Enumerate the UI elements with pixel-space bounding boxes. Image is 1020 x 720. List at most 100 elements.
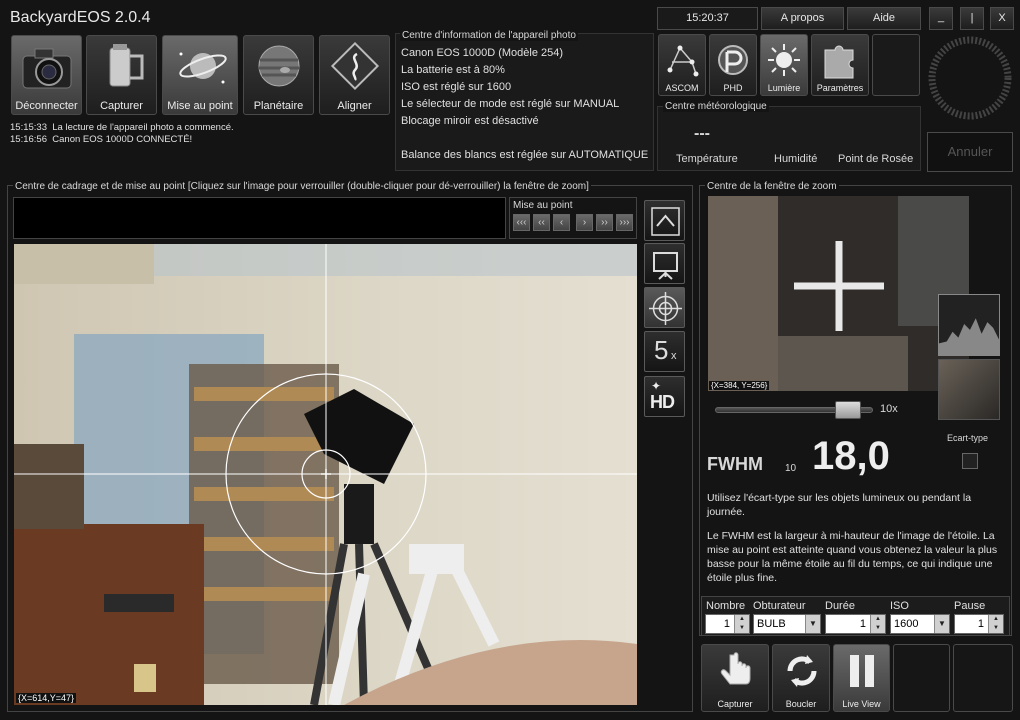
chevron-down-icon[interactable]: ▼ [934, 615, 949, 633]
capture-tab-label: Capturer [100, 100, 143, 112]
log-time: 15:16:56 [10, 134, 47, 145]
count-input[interactable]: 1 ▲ ▼ [705, 614, 750, 634]
sparkle-icon: ✦ [651, 379, 662, 393]
histogram-chart [938, 294, 1000, 356]
capture-button[interactable]: Capturer [701, 644, 769, 712]
planetary-tab-button[interactable]: Planétaire [243, 35, 314, 115]
dew-point-label: Point de Rosée [838, 153, 914, 165]
about-button[interactable]: A propos [761, 7, 844, 30]
presentation-button[interactable] [644, 243, 685, 284]
phd-label: PHD [723, 83, 743, 93]
loop-button[interactable]: Boucler [772, 644, 830, 712]
fwhm-help-1: Utilisez l'écart-type sur les objets lum… [707, 492, 972, 518]
duration-label: Durée [825, 600, 855, 612]
log-text: La lecture de l'appareil photo a commenc… [52, 122, 234, 133]
focus-out-small-button[interactable]: › [576, 214, 593, 231]
light-button[interactable]: Lumière [760, 34, 808, 96]
film-roll-icon [109, 44, 144, 87]
shutter-label: Obturateur [753, 600, 806, 612]
expand-icon [651, 207, 680, 236]
camera-info-panel: Centre d'information de l'appareil photo… [395, 30, 654, 171]
planetary-tab-label: Planétaire [253, 100, 304, 112]
planet-ring-icon [179, 52, 227, 84]
stddev-checkbox[interactable] [962, 453, 978, 469]
chevron-down-icon[interactable]: ▼ [805, 615, 820, 633]
settings-button[interactable]: Paramètres [811, 34, 869, 96]
ascom-label: ASCOM [665, 83, 699, 93]
align-diamond-icon [330, 42, 380, 91]
constellation-icon [667, 45, 699, 77]
target-button[interactable] [644, 287, 685, 328]
presentation-board-icon [653, 252, 678, 280]
minimize-button[interactable]: _ [929, 7, 953, 30]
focus-in-small-button[interactable]: ‹ [553, 214, 570, 231]
cancel-button[interactable]: Annuler [927, 132, 1013, 172]
focus-in-large-button[interactable]: ‹‹‹ [513, 214, 530, 231]
temperature-label: Température [676, 153, 738, 165]
phd-button[interactable]: PHD [709, 34, 757, 96]
pause-value: 1 [977, 618, 984, 630]
camera-icon [22, 48, 72, 89]
shutter-value: BULB [757, 618, 786, 630]
empty-action-slot [893, 644, 950, 712]
iso-select[interactable]: 1600 ▼ [890, 614, 950, 634]
focus-out-medium-button[interactable]: ›› [596, 214, 613, 231]
log-text: Canon EOS 1000D CONNECTÉ! [52, 134, 193, 145]
spin-arrows-icon[interactable]: ▲ ▼ [988, 615, 1003, 633]
empty-action-slot [953, 644, 1013, 712]
log-line: 15:16:56 Canon EOS 1000D CONNECTÉ! [10, 134, 390, 145]
zoom-coords: {X=384, Y=256} [709, 381, 770, 390]
zoom-preview-image [708, 196, 969, 391]
hand-pointer-icon [720, 652, 751, 685]
disconnect-button[interactable]: Déconnecter [11, 35, 82, 115]
hd-button[interactable]: ✦ HD [644, 376, 685, 417]
capture-tab-button[interactable]: Capturer [86, 35, 157, 115]
framing-title: Centre de cadrage et de mise au point [C… [13, 181, 591, 192]
zoom-5x-button[interactable]: 5 x [644, 331, 685, 372]
help-button[interactable]: Aide [847, 7, 921, 30]
sun-icon [768, 44, 800, 76]
camera-info-line: Canon EOS 1000D (Modèle 254) [401, 47, 564, 59]
live-view-coords: {X=614,Y=47} [16, 693, 77, 703]
liveview-button[interactable]: Live View [833, 644, 890, 712]
camera-info-line: Le sélecteur de mode est réglé sur MANUA… [401, 98, 620, 110]
spin-arrows-icon[interactable]: ▲ ▼ [870, 615, 885, 633]
camera-info-title: Centre d'information de l'appareil photo [400, 30, 578, 41]
loop-arrows-icon [787, 655, 817, 687]
pause-input[interactable]: 1 ▲ ▼ [954, 614, 1004, 634]
spin-arrows-icon[interactable]: ▲ ▼ [734, 615, 749, 633]
app-title: BackyardEOS 2.0.4 [10, 9, 151, 26]
loop-label: Boucler [785, 699, 817, 709]
align-tab-label: Aligner [337, 100, 372, 112]
puzzle-icon [824, 45, 854, 79]
duration-input[interactable]: 1 ▲ ▼ [825, 614, 886, 634]
close-button[interactable]: X [990, 7, 1014, 30]
crosshair-overlay [14, 244, 637, 705]
expand-button[interactable] [644, 200, 685, 241]
focus-tab-button[interactable]: Mise au point [162, 35, 238, 115]
zoom-level: 10x [880, 403, 898, 415]
log-line: 15:15:33 La lecture de l'appareil photo … [10, 122, 390, 133]
ascom-button[interactable]: ASCOM [658, 34, 706, 96]
weather-panel: Centre météorologique --- Température Hu… [657, 101, 921, 171]
shutter-select[interactable]: BULB ▼ [753, 614, 821, 634]
stddev-label: Ecart-type [947, 433, 989, 443]
pause-label: Pause [954, 600, 986, 612]
live-view-image[interactable]: {X=614,Y=47} [14, 244, 637, 705]
zoom-5x-suffix: x [671, 350, 677, 362]
fwhm-label: FWHM [707, 454, 763, 474]
count-value: 1 [723, 618, 730, 630]
framing-info-box [13, 197, 506, 239]
align-tab-button[interactable]: Aligner [319, 35, 390, 115]
zoom-slider-thumb[interactable] [835, 401, 862, 419]
zoom-thumbnail [938, 359, 1000, 420]
restore-button[interactable]: | [960, 7, 984, 30]
iso-value: 1600 [894, 618, 919, 630]
focus-tab-label: Mise au point [167, 100, 233, 112]
empty-plugin-slot [872, 34, 920, 96]
focus-in-medium-button[interactable]: ‹‹ [533, 214, 550, 231]
zoom-5x-label: 5 [654, 335, 669, 365]
camera-info-line: ISO est réglé sur 1600 [401, 81, 512, 93]
pause-icon [850, 655, 874, 687]
focus-out-large-button[interactable]: ››› [616, 214, 633, 231]
